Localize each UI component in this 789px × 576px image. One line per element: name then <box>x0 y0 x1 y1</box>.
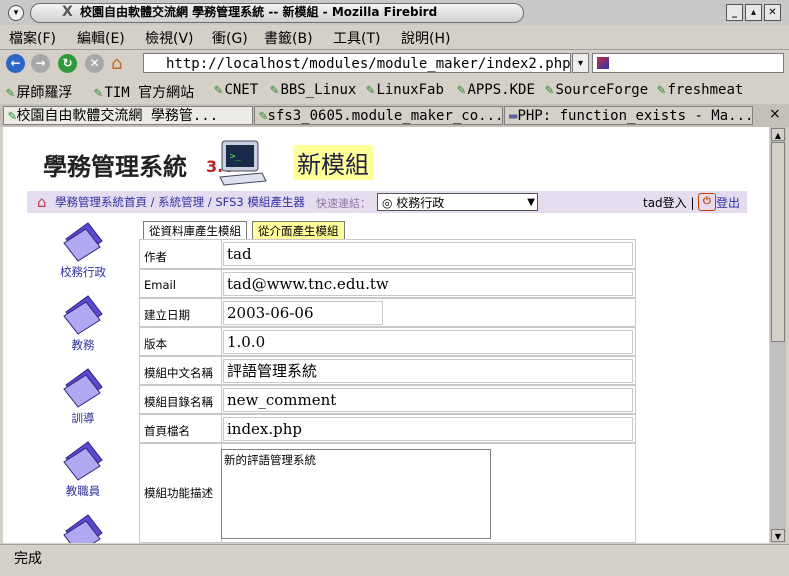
close-icon[interactable]: ✕ <box>764 4 781 21</box>
bookmark-icon: ✎ <box>6 85 15 101</box>
window-title: 校園自由軟體交流網 學務管理系統 -- 新模組 - Mozilla Firebi… <box>80 5 438 19</box>
form-row <box>139 298 636 327</box>
search-engine-icon[interactable] <box>597 57 609 69</box>
menu-bookmarks[interactable]: 書籤(B) <box>264 28 313 48</box>
date-field[interactable]: 2003-06-06 <box>223 301 383 325</box>
folder-icon[interactable] <box>58 438 108 483</box>
sidebar-item-admin[interactable]: 校務行政 <box>43 264 123 280</box>
tab-from-interface[interactable]: 從介面產生模組 <box>252 221 345 240</box>
menu-tools[interactable]: 工具(T) <box>333 28 380 48</box>
monitor-icon: >_ <box>219 140 267 186</box>
menu-view[interactable]: 檢視(V) <box>145 28 194 48</box>
bookmark-item[interactable]: ✎ TIM 官方網站 <box>94 82 194 102</box>
version-field[interactable]: 1.0.0 <box>223 330 633 354</box>
author-field[interactable]: tad <box>223 242 633 266</box>
email-label: Email <box>144 278 176 292</box>
tab-item[interactable]: ▬PHP: function_exists - Ma... <box>504 106 753 125</box>
stop-icon[interactable]: ✕ <box>85 54 104 73</box>
version-label: 版本 <box>144 337 167 351</box>
status-text: 完成 <box>14 551 42 567</box>
search-input[interactable] <box>592 53 784 73</box>
bookmark-item[interactable]: ✎ LinuxFab <box>366 82 444 98</box>
window-menu-icon[interactable]: ▾ <box>8 5 24 21</box>
maximize-icon[interactable]: ▴ <box>745 4 762 21</box>
status-bar <box>0 544 789 575</box>
author-label: 作者 <box>144 250 167 264</box>
logout-link[interactable]: 登出 <box>716 194 740 211</box>
x-logo-icon: X <box>62 4 73 20</box>
bookmark-icon: ✎ <box>366 82 375 98</box>
bookmark-item[interactable]: ✎ freshmeat <box>657 82 743 98</box>
minimize-icon[interactable]: _ <box>726 4 743 21</box>
forward-icon[interactable]: → <box>31 54 50 73</box>
menu-edit[interactable]: 編輯(E) <box>77 28 125 48</box>
url-dropdown-icon[interactable]: ▾ <box>572 53 589 73</box>
folder-icon[interactable] <box>58 219 108 264</box>
bookmark-item[interactable]: ✎ CNET <box>214 82 258 98</box>
bookmark-icon: ✎ <box>657 82 666 98</box>
bookmark-item[interactable]: ✎ APPS.KDE <box>457 82 535 98</box>
bookmark-icon: ✎ <box>94 85 103 101</box>
chevron-down-icon: ▼ <box>527 197 535 208</box>
bookmark-icon: ✎ <box>214 82 223 98</box>
bookmark-item[interactable]: ✎ SourceForge <box>545 82 648 98</box>
system-title: 學務管理系統 <box>43 152 187 181</box>
email-field[interactable]: tad@www.tnc.edu.tw <box>223 272 633 296</box>
folder-icon[interactable] <box>58 365 108 410</box>
description-textarea[interactable]: 新的評語管理系統 <box>221 449 491 539</box>
index-file-label: 首頁檔名 <box>144 424 190 438</box>
reload-icon[interactable]: ↻ <box>58 54 77 73</box>
url-input[interactable]: http://localhost/modules/module_maker/in… <box>143 53 571 73</box>
folder-icon[interactable] <box>58 292 108 337</box>
directory-label: 模組目錄名稱 <box>144 395 213 409</box>
description-label: 模組功能描述 <box>144 486 213 500</box>
tab-item[interactable]: ✎sfs3_0605.module_maker_co... <box>254 106 503 125</box>
bookmark-item[interactable]: ✎ BBS_Linux <box>270 82 356 98</box>
sidebar-item-staff[interactable]: 教職員 <box>43 483 123 499</box>
home-icon[interactable]: ⌂ <box>111 53 122 74</box>
menu-help[interactable]: 說明(H) <box>401 28 450 48</box>
login-status: tad登入 | <box>643 196 695 210</box>
back-icon[interactable]: ← <box>6 54 25 73</box>
bookmark-icon: ✎ <box>270 82 279 98</box>
scroll-down-icon[interactable]: ▼ <box>771 529 785 542</box>
home-icon[interactable]: ⌂ <box>37 193 47 211</box>
scroll-up-icon[interactable]: ▲ <box>771 128 785 141</box>
directory-field[interactable]: new_comment <box>223 388 633 412</box>
tab-item[interactable]: ✎校園自由軟體交流網 學務管... <box>3 106 253 125</box>
date-label: 建立日期 <box>144 308 190 322</box>
close-tab-icon[interactable]: × <box>769 106 781 122</box>
menu-go[interactable]: 衝(G) <box>212 28 248 48</box>
quick-link-select[interactable]: ◎ 校務行政 ▼ <box>377 193 538 211</box>
tab-from-database[interactable]: 從資料庫產生模組 <box>143 221 247 240</box>
sidebar-item-discipline[interactable]: 訓導 <box>43 410 123 426</box>
bookmark-item[interactable]: ✎ 屏師羅浮 <box>6 82 72 102</box>
logout-icon[interactable]: ⏻ <box>698 193 716 211</box>
index-file-field[interactable]: index.php <box>223 417 633 441</box>
breadcrumb[interactable]: 學務管理系統首頁 / 系統管理 / SFS3 模組產生器 <box>55 194 305 210</box>
page-content: 學務管理系統 3.0 >_ 新模組 ⌂ 學務管理系統首頁 / 系統管理 / SF… <box>3 127 769 543</box>
svg-text:>_: >_ <box>230 152 241 162</box>
chinese-name-field[interactable]: 評語管理系統 <box>223 359 633 383</box>
module-title: 新模組 <box>293 145 373 180</box>
folder-icon[interactable] <box>58 511 108 543</box>
menu-file[interactable]: 檔案(F) <box>9 28 56 48</box>
bookmark-icon: ✎ <box>545 82 554 98</box>
scrollbar-thumb[interactable] <box>771 142 785 342</box>
chinese-name-label: 模組中文名稱 <box>144 366 213 380</box>
bookmark-icon: ✎ <box>457 82 466 98</box>
sidebar-item-academic[interactable]: 教務 <box>43 337 123 353</box>
quick-link-label: 快速連結： <box>316 197 371 210</box>
